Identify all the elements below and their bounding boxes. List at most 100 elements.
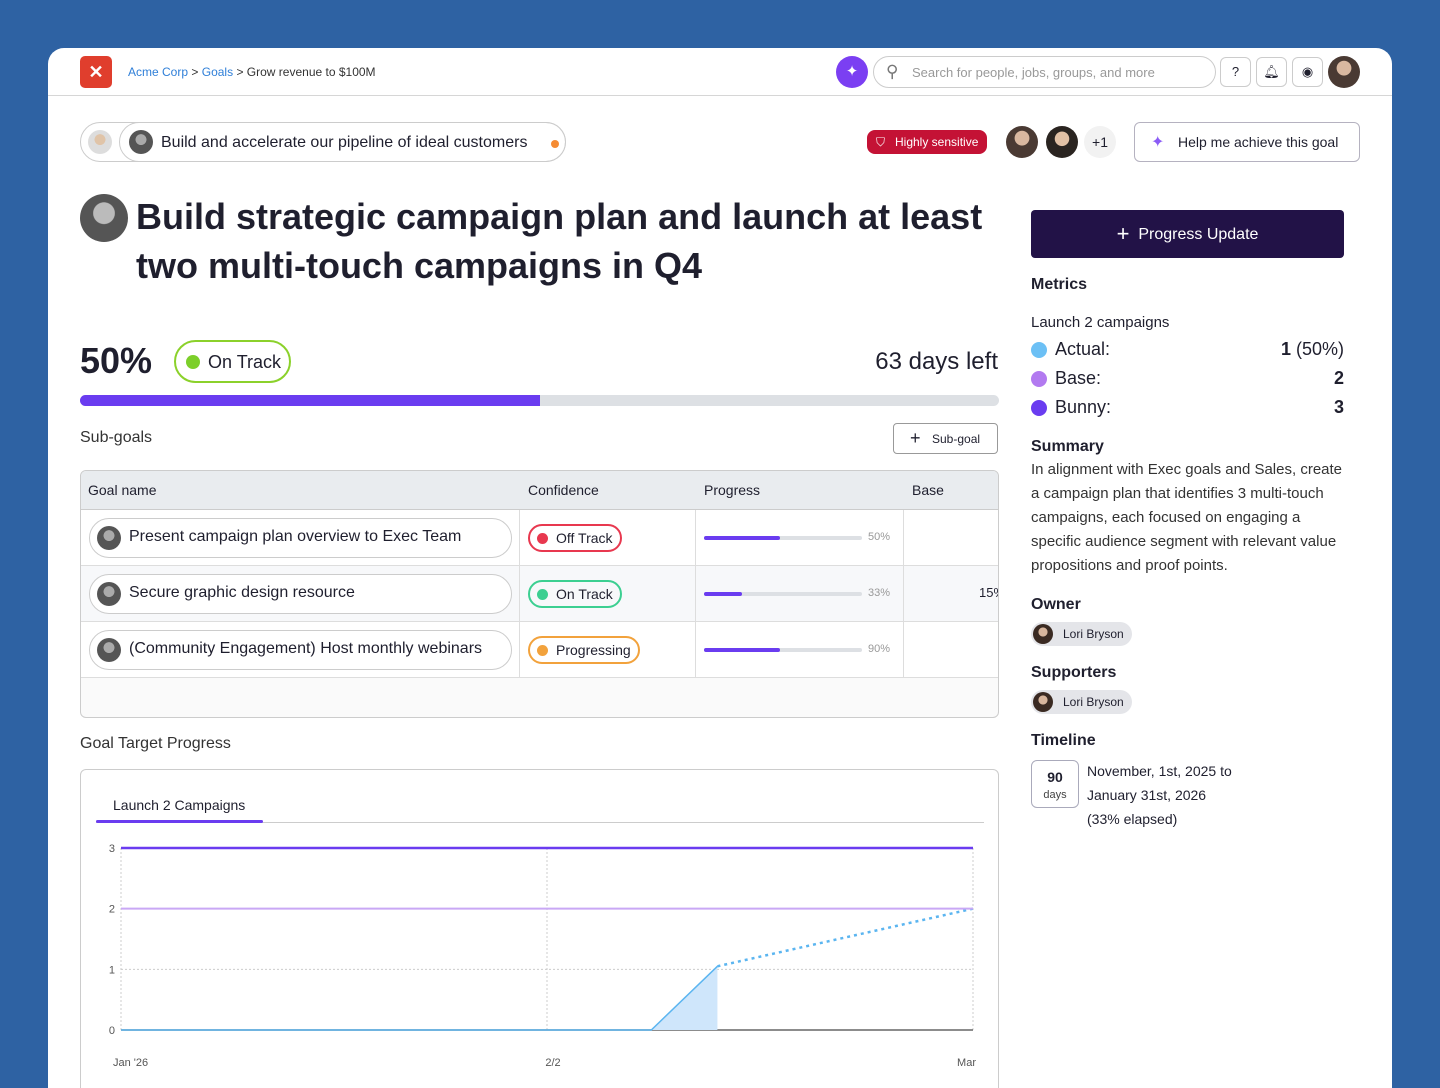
metrics-heading: Metrics: [1031, 276, 1088, 293]
legend-dot: [1031, 342, 1047, 358]
table-row[interactable]: (Community Engagement) Host monthly webi…: [81, 622, 998, 678]
breadcrumb-acme[interactable]: Acme Corp: [128, 65, 188, 79]
help-button-label: Help me achieve this goal: [1178, 134, 1339, 150]
goal-progress-bar: [80, 395, 999, 406]
confidence-label: On Track: [556, 586, 613, 602]
status-dot: [537, 589, 548, 600]
col-confidence[interactable]: Confidence: [528, 482, 599, 498]
breadcrumb-goals[interactable]: Goals: [202, 65, 233, 79]
breadcrumb: Acme Corp > Goals > Grow revenue to $100…: [128, 65, 376, 79]
sidebar: + Progress Update Metrics Launch 2 campa…: [1031, 210, 1344, 831]
metric-value: 1: [1280, 339, 1291, 359]
plus-icon: +: [1116, 221, 1130, 246]
status-dot: [551, 140, 559, 148]
metric-value: 3: [1333, 397, 1344, 417]
supporter-chip[interactable]: Lori Bryson: [1031, 690, 1132, 714]
table-row[interactable]: Secure graphic design resource On Track …: [81, 566, 998, 622]
subgoals-table: Goal name Confidence Progress Base Prese…: [80, 470, 999, 718]
metric-row: Base: 2: [1031, 368, 1344, 389]
progress-percent: 33%: [868, 587, 891, 599]
confidence-badge[interactable]: Off Track: [528, 524, 622, 552]
subgoal-name: Secure graphic design resource: [129, 584, 355, 601]
status-dot: [186, 355, 200, 369]
y-tick-label: 3: [109, 843, 115, 855]
contributor-avatar[interactable]: [1046, 126, 1078, 158]
avatar: [97, 638, 121, 662]
eye-icon[interactable]: ◉: [1292, 57, 1323, 87]
summary-text: In alignment with Exec goals and Sales, …: [1031, 461, 1343, 574]
subgoal-name: Present campaign plan overview to Exec T…: [129, 528, 462, 545]
avatar: [88, 130, 112, 154]
breadcrumb-sep: >: [236, 65, 244, 79]
confidence-badge[interactable]: Progressing: [528, 636, 640, 664]
metric-row: Actual: 1 (50%): [1031, 339, 1344, 360]
legend-dot: [1031, 400, 1047, 416]
progress-cell: 33%: [696, 566, 904, 622]
confidence-cell: On Track: [520, 566, 696, 622]
series-projection-line: [717, 907, 974, 968]
goal-target-chart: Launch 2 Campaigns 0 1 2 3 Jan '26 2/2 Mar: [80, 769, 999, 1088]
col-goal-name[interactable]: Goal name: [88, 482, 156, 498]
subgoal-pill[interactable]: Secure graphic design resource: [89, 574, 512, 614]
chart-svg: 0 1 2 3 Jan '26 2/2 Mar: [109, 843, 976, 1069]
status-dot: [537, 533, 548, 544]
page-title: Build strategic campaign plan and launch…: [136, 196, 983, 286]
ai-assistant-icon[interactable]: ✦: [836, 56, 868, 88]
progress-fill: [80, 395, 540, 406]
subgoal-progress-bar: [704, 536, 862, 540]
owner-name: Lori Bryson: [1063, 627, 1124, 641]
goal-name-cell: (Community Engagement) Host monthly webi…: [81, 622, 520, 678]
metric-label: Base:: [1055, 368, 1102, 388]
breadcrumb-sep: >: [191, 65, 199, 79]
help-achieve-goal-button[interactable]: ✦ Help me achieve this goal: [1134, 122, 1360, 162]
subgoal-progress-bar: [704, 648, 862, 652]
progress-cell: 90%: [696, 622, 904, 678]
owner-chip[interactable]: Lori Bryson: [1031, 622, 1132, 646]
contributor-avatar[interactable]: [1006, 126, 1038, 158]
progress-cell: 50%: [696, 510, 904, 566]
shield-icon: ⛉: [876, 135, 886, 149]
subgoal-name: (Community Engagement) Host monthly webi…: [129, 640, 483, 657]
metric-value: 2: [1333, 368, 1344, 388]
more-people-button[interactable]: +1: [1084, 126, 1116, 158]
confidence-cell: Progressing: [520, 622, 696, 678]
goal-target-heading: Goal Target Progress: [80, 735, 231, 752]
app-logo-icon[interactable]: ✕: [80, 56, 112, 88]
search-input[interactable]: ⚲ Search for people, jobs, groups, and mo…: [873, 56, 1216, 88]
bell-icon[interactable]: 🔔︎: [1256, 57, 1287, 87]
status-badge[interactable]: On Track: [174, 340, 291, 383]
base-cell: [904, 622, 998, 678]
y-tick-label: 1: [109, 964, 115, 976]
table-row[interactable]: Present campaign plan overview to Exec T…: [81, 510, 998, 566]
progress-percent: 50%: [868, 531, 891, 543]
parent-goal-pill[interactable]: Build and accelerate our pipeline of ide…: [80, 122, 566, 162]
legend-dot: [1031, 371, 1047, 387]
supporter-name: Lori Bryson: [1063, 695, 1124, 709]
avatar: [97, 526, 121, 550]
table-header: Goal name Confidence Progress Base: [81, 471, 998, 510]
add-subgoal-button[interactable]: + Sub-goal: [893, 423, 998, 454]
progress-update-button[interactable]: + Progress Update: [1031, 210, 1344, 258]
owner-heading: Owner: [1031, 596, 1081, 613]
help-button[interactable]: ?: [1220, 57, 1251, 87]
goal-name-cell: Secure graphic design resource: [81, 566, 520, 622]
sensitivity-badge[interactable]: ⛉ Highly sensitive: [867, 130, 988, 154]
user-avatar[interactable]: [1328, 56, 1360, 88]
progress-update-label: Progress Update: [1138, 226, 1259, 243]
subgoal-pill[interactable]: Present campaign plan overview to Exec T…: [89, 518, 512, 558]
confidence-badge[interactable]: On Track: [528, 580, 622, 608]
col-progress[interactable]: Progress: [704, 482, 760, 498]
days-left: 63 days left: [875, 348, 998, 375]
subgoals-heading: Sub-goals: [80, 429, 153, 446]
search-icon: ⚲: [886, 62, 899, 81]
subgoal-pill[interactable]: (Community Engagement) Host monthly webi…: [89, 630, 512, 670]
timeline-days: 90: [1047, 769, 1063, 785]
status-label: On Track: [208, 352, 282, 372]
col-base[interactable]: Base: [912, 482, 944, 498]
goal-owner-avatar[interactable]: [80, 194, 128, 242]
base-cell: 15%: [904, 566, 998, 622]
add-subgoal-label: Sub-goal: [932, 432, 981, 446]
supporters-heading: Supporters: [1031, 664, 1117, 681]
base-value: 15%: [979, 585, 998, 600]
avatar: [1033, 692, 1053, 712]
